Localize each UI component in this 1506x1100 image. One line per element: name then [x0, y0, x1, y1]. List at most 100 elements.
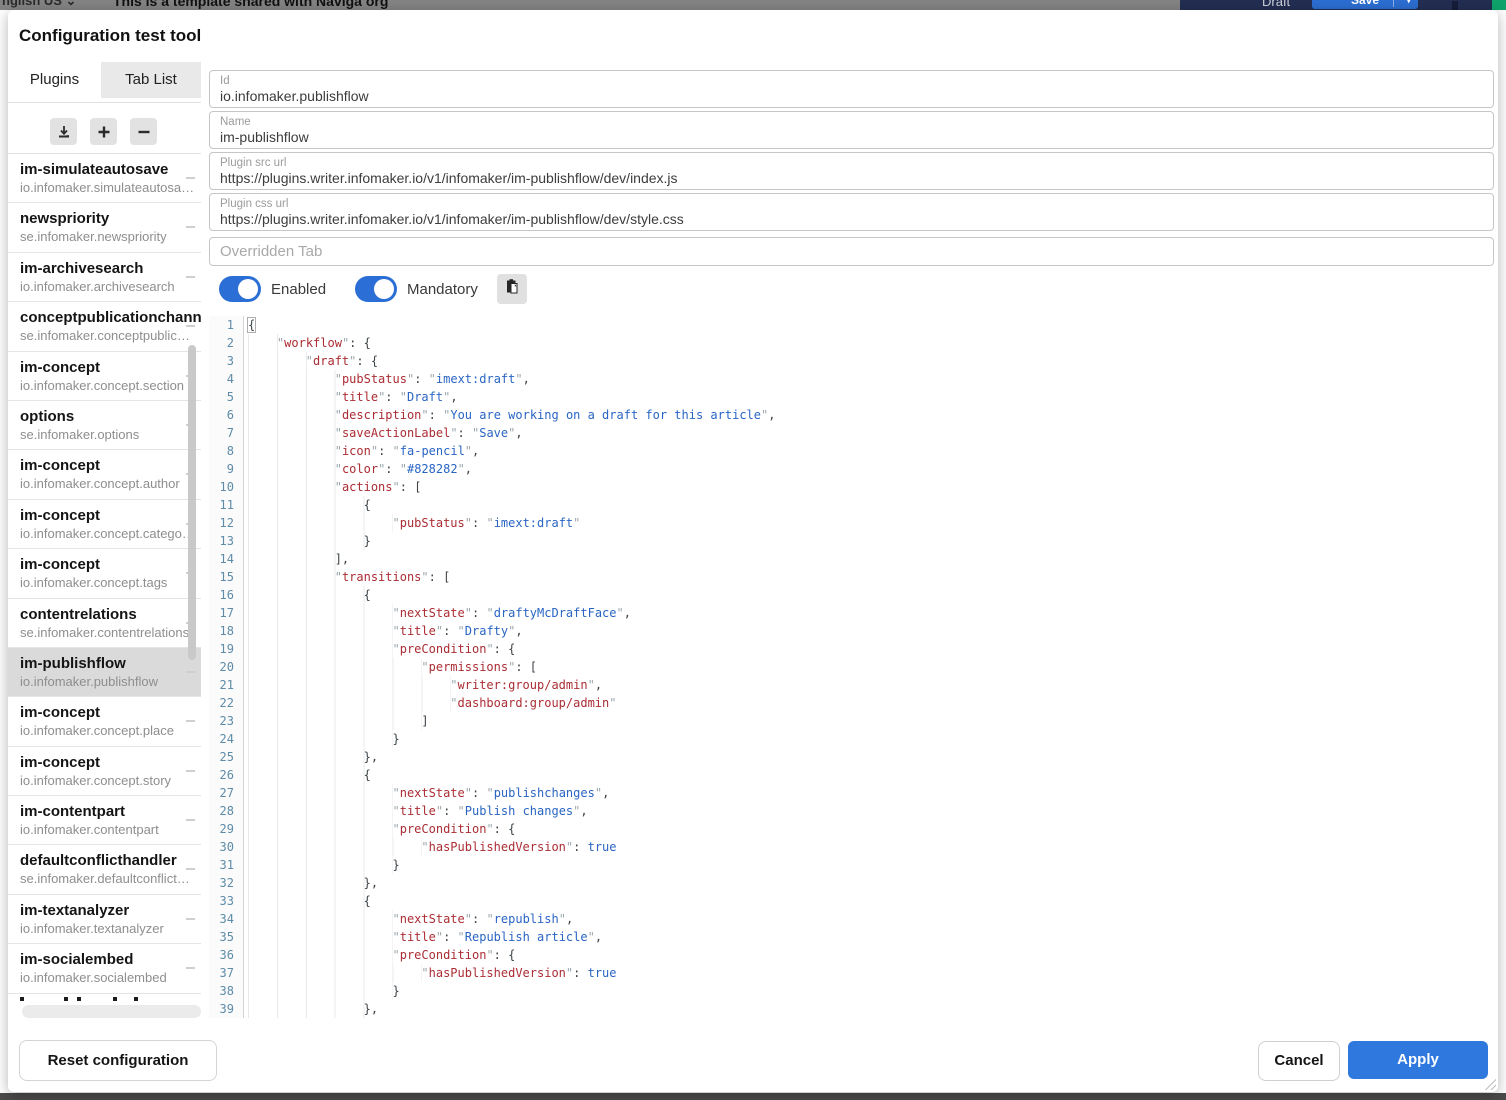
- remove-plugin-button[interactable]: [130, 118, 157, 145]
- editor-line[interactable]: 18 "title": "Drafty",: [209, 622, 1494, 640]
- list-item-defaultconflicthandler[interactable]: defaultconflicthandler se.infomaker.defau…: [8, 845, 201, 895]
- download-button[interactable]: [50, 118, 77, 145]
- name-field-value: im-publishflow: [220, 129, 309, 145]
- plugin-src-url-field[interactable]: Plugin src url https://plugins.writer.in…: [209, 152, 1494, 190]
- editor-line[interactable]: 16 {: [209, 586, 1494, 604]
- editor-line[interactable]: 27 "nextState": "publishchanges",: [209, 784, 1494, 802]
- editor-line[interactable]: 32 },: [209, 874, 1494, 892]
- editor-line[interactable]: 19 "preCondition": {: [209, 640, 1494, 658]
- resize-grip[interactable]: [1484, 1078, 1496, 1090]
- plugin-id: se.infomaker.contentrelations: [20, 624, 190, 640]
- editor-line[interactable]: 21 "writer:group/admin",: [209, 676, 1494, 694]
- plugin-name: im-simulateautosave: [20, 161, 169, 178]
- line-number: 14: [209, 550, 244, 568]
- code-line-content: "permissions": [: [244, 658, 538, 676]
- list-item-im-concept[interactable]: im-concept io.infomaker.concept.place: [8, 697, 201, 747]
- editor-line[interactable]: 3 "draft": {: [209, 352, 1494, 370]
- editor-line[interactable]: 10 "actions": [: [209, 478, 1494, 496]
- list-item-im-concept[interactable]: im-concept io.infomaker.concept.story: [8, 747, 201, 797]
- list-item-options[interactable]: options se.infomaker.options: [8, 401, 201, 451]
- plugin-name: im-concept: [20, 506, 101, 524]
- editor-line[interactable]: 5 "title": "Draft",: [209, 388, 1494, 406]
- code-line-content: "title": "Publish changes",: [244, 802, 588, 820]
- list-item-partially-scrolled[interactable]: [8, 994, 201, 1004]
- editor-line[interactable]: 26 {: [209, 766, 1494, 784]
- editor-line[interactable]: 22 "dashboard:group/admin": [209, 694, 1494, 712]
- list-item-conceptpublicationchannel[interactable]: conceptpublicationchannel se.infomaker.co…: [8, 302, 201, 352]
- editor-line[interactable]: 36 "preCondition": {: [209, 946, 1494, 964]
- editor-line[interactable]: 13 }: [209, 532, 1494, 550]
- editor-line[interactable]: 7 "saveActionLabel": "Save",: [209, 424, 1494, 442]
- editor-line[interactable]: 29 "preCondition": {: [209, 820, 1494, 838]
- editor-line[interactable]: 38 }: [209, 982, 1494, 1000]
- paste-config-button[interactable]: [497, 274, 527, 304]
- cancel-button[interactable]: Cancel: [1258, 1041, 1340, 1081]
- id-field[interactable]: Id io.infomaker.publishflow: [209, 70, 1494, 108]
- editor-line[interactable]: 6 "description": "You are working on a d…: [209, 406, 1494, 424]
- plugin-src-url-label: Plugin src url: [220, 157, 287, 169]
- editor-line[interactable]: 28 "title": "Publish changes",: [209, 802, 1494, 820]
- list-item-im-publishflow[interactable]: im-publishflow io.infomaker.publishflow: [8, 647, 201, 698]
- plugin-list-vertical-scrollbar[interactable]: [188, 345, 196, 660]
- mandatory-toggle[interactable]: Mandatory: [355, 276, 478, 302]
- editor-line[interactable]: 37 "hasPublishedVersion": true: [209, 964, 1494, 982]
- editor-line[interactable]: 23 ]: [209, 712, 1494, 730]
- list-item-im-concept[interactable]: im-concept io.infomaker.concept.section: [8, 352, 201, 401]
- config-json-editor[interactable]: 1{2 "workflow": {3 "draft": {4 "pubStatu…: [209, 316, 1494, 1022]
- mandatory-toggle-label: Mandatory: [407, 280, 478, 298]
- apply-button[interactable]: Apply: [1348, 1041, 1488, 1079]
- plugin-name: im-concept: [20, 704, 101, 722]
- list-item-im-socialembed[interactable]: im-socialembed io.infomaker.socialembed: [8, 944, 201, 994]
- language-selector[interactable]: nglish US ⌄: [2, 0, 76, 9]
- chevron-down-icon[interactable]: ▾: [1406, 0, 1411, 9]
- editor-line[interactable]: 39 },: [209, 1000, 1494, 1018]
- plugin-list-horizontal-scrollbar[interactable]: [22, 1005, 201, 1018]
- plugin-css-url-field[interactable]: Plugin css url https://plugins.writer.in…: [209, 193, 1494, 231]
- list-item-contentrelations[interactable]: contentrelations se.infomaker.contentrela…: [8, 599, 201, 648]
- list-item-newspriority[interactable]: newspriority se.infomaker.newspriority: [8, 203, 201, 253]
- avatar[interactable]: [1492, 0, 1506, 10]
- editor-line[interactable]: 14 ],: [209, 550, 1494, 568]
- editor-line[interactable]: 31 }: [209, 856, 1494, 874]
- editor-line[interactable]: 15 "transitions": [: [209, 568, 1494, 586]
- list-item-im-archivesearch[interactable]: im-archivesearch io.infomaker.archivesear…: [8, 253, 201, 303]
- list-item-im-textanalyzer[interactable]: im-textanalyzer io.infomaker.textanalyzer: [8, 895, 201, 945]
- list-item-im-concept[interactable]: im-concept io.infomaker.concept.tags: [8, 549, 201, 599]
- line-number: 37: [209, 964, 244, 982]
- tab-tab-list[interactable]: Tab List: [101, 62, 201, 98]
- editor-line[interactable]: 25 },: [209, 748, 1494, 766]
- enabled-toggle[interactable]: Enabled: [219, 276, 326, 302]
- editor-line[interactable]: 33 {: [209, 892, 1494, 910]
- editor-line[interactable]: 34 "nextState": "republish",: [209, 910, 1494, 928]
- editor-line[interactable]: 9 "color": "#828282",: [209, 460, 1494, 478]
- editor-line[interactable]: 17 "nextState": "draftyMcDraftFace",: [209, 604, 1494, 622]
- list-item-im-simulateautosave[interactable]: im-simulateautosave io.infomaker.simulate…: [8, 154, 201, 204]
- notification-icon[interactable]: [1452, 1, 1458, 10]
- tab-plugins[interactable]: Plugins: [8, 62, 101, 98]
- editor-line[interactable]: 8 "icon": "fa-pencil",: [209, 442, 1494, 460]
- editor-line[interactable]: 4 "pubStatus": "imext:draft",: [209, 370, 1494, 388]
- list-item-im-contentpart[interactable]: im-contentpart io.infomaker.contentpart: [8, 796, 201, 846]
- reset-configuration-button[interactable]: Reset configuration: [19, 1040, 217, 1081]
- add-plugin-button[interactable]: [90, 118, 117, 145]
- editor-line[interactable]: 24 }: [209, 730, 1494, 748]
- line-number: 7: [209, 424, 244, 442]
- plugin-id: io.infomaker.archivesearch: [20, 278, 175, 294]
- editor-line[interactable]: 30 "hasPublishedVersion": true: [209, 838, 1494, 856]
- save-button[interactable]: Save ▾: [1312, 0, 1418, 9]
- code-line-content: "color": "#828282",: [244, 460, 473, 478]
- list-item-im-concept[interactable]: im-concept io.infomaker.concept.author: [8, 450, 201, 500]
- editor-line[interactable]: 11 {: [209, 496, 1494, 514]
- editor-line[interactable]: 20 "permissions": [: [209, 658, 1494, 676]
- overridden-tab-field[interactable]: Overridden Tab: [209, 237, 1494, 266]
- name-field[interactable]: Name im-publishflow: [209, 111, 1494, 149]
- drag-handle-icon: [186, 325, 195, 328]
- plugin-name: im-concept: [20, 753, 101, 771]
- code-line-content: "transitions": [: [244, 568, 451, 586]
- code-line-content: "hasPublishedVersion": true: [244, 964, 617, 982]
- editor-line[interactable]: 2 "workflow": {: [209, 334, 1494, 352]
- editor-line[interactable]: 12 "pubStatus": "imext:draft": [209, 514, 1494, 532]
- list-item-im-concept[interactable]: im-concept io.infomaker.concept.catego…: [8, 500, 201, 550]
- editor-line[interactable]: 35 "title": "Republish article",: [209, 928, 1494, 946]
- editor-line[interactable]: 1{: [209, 316, 1494, 334]
